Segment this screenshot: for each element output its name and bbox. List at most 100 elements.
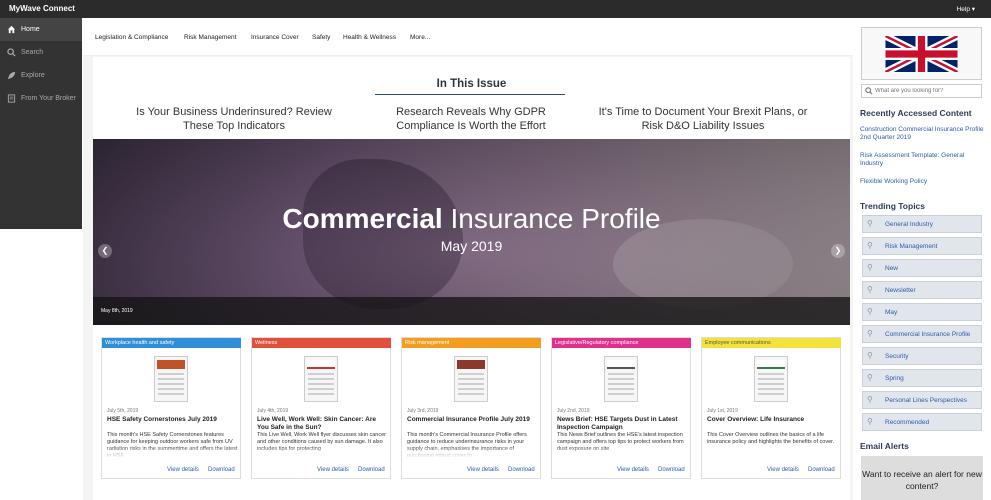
topic-label: General Industry bbox=[885, 221, 934, 228]
card-category: Employee communications bbox=[702, 338, 841, 348]
download-link[interactable]: Download bbox=[808, 467, 835, 473]
card-thumbnail[interactable] bbox=[304, 356, 338, 402]
topic-tag[interactable]: ⚲ Spring bbox=[862, 369, 982, 387]
recent-content-link[interactable]: Risk Assessment Template: General Indust… bbox=[860, 152, 985, 168]
card-fade bbox=[407, 446, 539, 458]
hero-title-bold: Commercial bbox=[282, 203, 443, 234]
top-bar: MyWave Connect Help ▾ bbox=[0, 0, 991, 18]
topic-tag[interactable]: ⚲ Security bbox=[862, 347, 982, 365]
card-category: Risk management bbox=[402, 338, 541, 348]
topic-tag[interactable]: ⚲ Personal Lines Perspectives bbox=[862, 391, 982, 409]
issue-article-link[interactable]: It's Time to Document Your Brexit Plans,… bbox=[597, 105, 809, 133]
card-fade bbox=[557, 446, 689, 458]
union-jack-flag-image bbox=[861, 27, 982, 80]
hero-subtitle: May 2019 bbox=[440, 238, 503, 254]
topic-tag[interactable]: ⚲ Risk Management bbox=[862, 237, 982, 255]
card-title[interactable]: Live Well, Work Well: Skin Cancer: Are Y… bbox=[257, 416, 389, 432]
search-icon: ⚲ bbox=[867, 417, 873, 426]
home-icon bbox=[7, 25, 16, 34]
recently-accessed-heading: Recently Accessed Content bbox=[860, 108, 972, 118]
search-icon: ⚲ bbox=[867, 373, 873, 382]
card-category: Legislative/Regulatory compliance bbox=[552, 338, 691, 348]
content-card[interactable]: Risk management July 3rd, 2019 Commercia… bbox=[401, 337, 541, 479]
nav-legislation-compliance[interactable]: Legislation & Compliance bbox=[95, 34, 168, 41]
view-details-link[interactable]: View details bbox=[317, 467, 349, 473]
topic-tag[interactable]: ⚲ Newsletter bbox=[862, 281, 982, 299]
issue-article-link[interactable]: Research Reveals Why GDPR Compliance Is … bbox=[371, 105, 571, 133]
nav-health-wellness[interactable]: Health & Wellness bbox=[343, 34, 396, 41]
card-thumbnail[interactable] bbox=[454, 356, 488, 402]
card-title[interactable]: HSE Safety Cornerstones July 2019 bbox=[107, 416, 239, 424]
carousel-next-arrow-icon[interactable]: ❯ bbox=[831, 244, 845, 258]
top-navigation: Legislation & Compliance Risk Management… bbox=[83, 18, 853, 56]
content-card[interactable]: Wellness July 4th, 2019 Live Well, Work … bbox=[251, 337, 391, 479]
sidebar-item-label: From Your Broker bbox=[21, 95, 76, 102]
content-card[interactable]: Employee communications July 1st, 2019 C… bbox=[701, 337, 841, 479]
recent-content-link[interactable]: Flexible Working Policy bbox=[860, 178, 985, 186]
card-category: Wellness bbox=[252, 338, 391, 348]
content-panel: In This Issue Is Your Business Underinsu… bbox=[93, 57, 850, 500]
card-title[interactable]: News Brief: HSE Targets Dust in Latest I… bbox=[557, 416, 689, 432]
search-icon: ⚲ bbox=[867, 263, 873, 272]
topic-label: Personal Lines Perspectives bbox=[885, 397, 968, 404]
download-link[interactable]: Download bbox=[358, 467, 385, 473]
card-date: July 4th, 2019 bbox=[257, 408, 289, 414]
carousel-prev-arrow-icon[interactable]: ❮ bbox=[98, 244, 112, 258]
card-title[interactable]: Commercial Insurance Profile July 2019 bbox=[407, 416, 539, 424]
sidebar-item-search[interactable]: Search bbox=[0, 41, 82, 64]
view-details-link[interactable]: View details bbox=[167, 467, 199, 473]
nav-insurance-cover[interactable]: Insurance Cover bbox=[251, 34, 299, 41]
hero-footer: May 8th, 2019 bbox=[93, 297, 850, 325]
nav-more[interactable]: More... bbox=[410, 34, 430, 41]
card-category: Workplace health and safety bbox=[102, 338, 241, 348]
content-card[interactable]: Legislative/Regulatory compliance July 2… bbox=[551, 337, 691, 479]
card-thumbnail[interactable] bbox=[754, 356, 788, 402]
recent-content-link[interactable]: Construction Commercial Insurance Profil… bbox=[860, 126, 985, 142]
card-fade bbox=[707, 446, 839, 458]
sidebar-item-home[interactable]: Home bbox=[0, 18, 82, 41]
card-thumbnail[interactable] bbox=[604, 356, 638, 402]
download-link[interactable]: Download bbox=[208, 467, 235, 473]
hero-carousel[interactable]: Commercial Insurance Profile May 2019 ❮ … bbox=[93, 139, 850, 325]
main-area: Legislation & Compliance Risk Management… bbox=[83, 18, 853, 500]
search-icon bbox=[865, 87, 873, 97]
nav-safety[interactable]: Safety bbox=[312, 34, 330, 41]
search-icon: ⚲ bbox=[867, 329, 873, 338]
card-thumbnail[interactable] bbox=[154, 356, 188, 402]
view-details-link[interactable]: View details bbox=[767, 467, 799, 473]
email-alerts-heading: Email Alerts bbox=[860, 441, 909, 451]
help-menu[interactable]: Help ▾ bbox=[957, 5, 975, 13]
search-box[interactable] bbox=[861, 84, 982, 98]
sidebar-item-label: Explore bbox=[21, 72, 45, 79]
view-details-link[interactable]: View details bbox=[617, 467, 649, 473]
topic-label: New bbox=[885, 265, 899, 272]
download-link[interactable]: Download bbox=[658, 467, 685, 473]
topic-tag[interactable]: ⚲ General Industry bbox=[862, 215, 982, 233]
topic-tag[interactable]: ⚲ Recommended bbox=[862, 413, 982, 431]
sidebar-item-explore[interactable]: Explore bbox=[0, 64, 82, 87]
topic-tag[interactable]: ⚲ May bbox=[862, 303, 982, 321]
topic-label: Spring bbox=[885, 375, 904, 382]
topic-tag[interactable]: ⚲ New bbox=[862, 259, 982, 277]
search-icon: ⚲ bbox=[867, 307, 873, 316]
sidebar-item-from-your-broker[interactable]: From Your Broker bbox=[0, 87, 82, 110]
sidebar-item-label: Search bbox=[21, 49, 44, 56]
search-input[interactable] bbox=[875, 86, 979, 96]
rocket-icon bbox=[7, 71, 16, 80]
content-card[interactable]: Workplace health and safety July 5th, 20… bbox=[101, 337, 241, 479]
hero-title-light: Insurance Profile bbox=[450, 203, 661, 234]
heading-divider bbox=[375, 94, 565, 95]
issue-article-link[interactable]: Is Your Business Underinsured? Review Th… bbox=[134, 105, 334, 133]
view-details-link[interactable]: View details bbox=[467, 467, 499, 473]
email-alert-signup[interactable]: Want to receive an alert for new content… bbox=[861, 456, 983, 500]
topic-tag[interactable]: ⚲ Commercial Insurance Profile bbox=[862, 325, 982, 343]
in-this-issue-heading: In This Issue bbox=[436, 78, 507, 90]
search-icon: ⚲ bbox=[867, 285, 873, 294]
card-date: July 1st, 2019 bbox=[707, 408, 738, 414]
search-icon: ⚲ bbox=[867, 351, 873, 360]
card-title[interactable]: Cover Overview: Life Insurance bbox=[707, 416, 839, 424]
topic-label: Risk Management bbox=[885, 243, 938, 250]
card-date: July 5th, 2019 bbox=[107, 408, 139, 414]
nav-risk-management[interactable]: Risk Management bbox=[184, 34, 236, 41]
download-link[interactable]: Download bbox=[508, 467, 535, 473]
